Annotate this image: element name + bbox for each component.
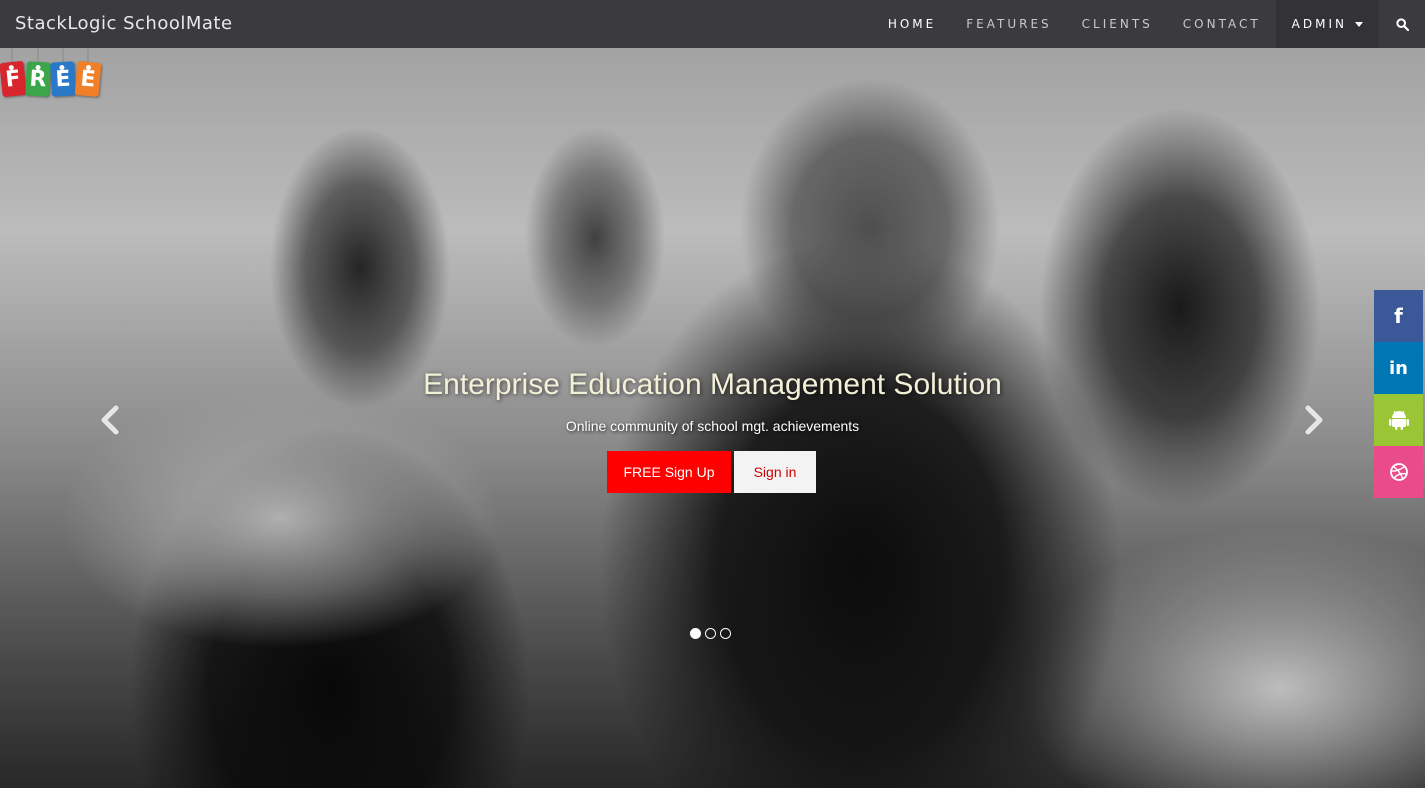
- chevron-right-icon: [1305, 405, 1323, 435]
- hero-title: Enterprise Education Management Solution: [423, 368, 1002, 401]
- carousel-indicator-3[interactable]: [720, 628, 731, 639]
- caret-down-icon: [1355, 21, 1363, 27]
- nav-item-home[interactable]: HOME: [873, 0, 951, 48]
- hero-subtitle: Online community of school mgt. achievem…: [565, 418, 860, 434]
- android-button[interactable]: [1374, 394, 1423, 446]
- dribbble-button[interactable]: [1374, 446, 1423, 498]
- linkedin-button[interactable]: in: [1374, 342, 1423, 394]
- search-icon: [1395, 17, 1409, 31]
- facebook-icon: f: [1394, 304, 1403, 328]
- badge-letter-r: R: [25, 61, 51, 97]
- search-button[interactable]: [1379, 0, 1425, 48]
- hero-carousel: Enterprise Education Management Solution…: [0, 48, 1425, 788]
- facebook-button[interactable]: f: [1374, 290, 1423, 342]
- chevron-left-icon: [101, 405, 119, 435]
- carousel-next-button[interactable]: [1294, 400, 1334, 440]
- signin-button[interactable]: Sign in: [734, 451, 816, 493]
- carousel-indicator-2[interactable]: [705, 628, 716, 639]
- nav-item-contact[interactable]: CONTACT: [1168, 0, 1276, 48]
- free-signup-button[interactable]: FREE Sign Up: [607, 451, 731, 493]
- badge-letter-e2: E: [74, 61, 102, 97]
- free-badge: F R E E: [0, 48, 105, 102]
- dribbble-icon: [1389, 463, 1408, 481]
- nav-item-clients[interactable]: CLIENTS: [1067, 0, 1168, 48]
- nav-item-features[interactable]: FEATURES: [951, 0, 1066, 48]
- nav-item-admin-dropdown[interactable]: ADMIN: [1275, 0, 1379, 48]
- nav-item-admin-label: ADMIN: [1291, 17, 1347, 31]
- social-sidebar: f in: [1374, 290, 1423, 498]
- linkedin-icon: in: [1389, 357, 1408, 379]
- top-navbar: StackLogic SchoolMate HOME FEATURES CLIE…: [0, 0, 1425, 48]
- badge-letter-e1: E: [50, 61, 76, 97]
- badge-letter-f: F: [0, 60, 27, 98]
- carousel-prev-button[interactable]: [90, 400, 130, 440]
- android-icon: [1388, 410, 1409, 430]
- nav-menu: HOME FEATURES CLIENTS CONTACT ADMIN: [873, 0, 1425, 48]
- carousel-indicators: [690, 628, 731, 639]
- carousel-indicator-1[interactable]: [690, 628, 701, 639]
- brand-logo-text[interactable]: StackLogic SchoolMate: [15, 0, 233, 48]
